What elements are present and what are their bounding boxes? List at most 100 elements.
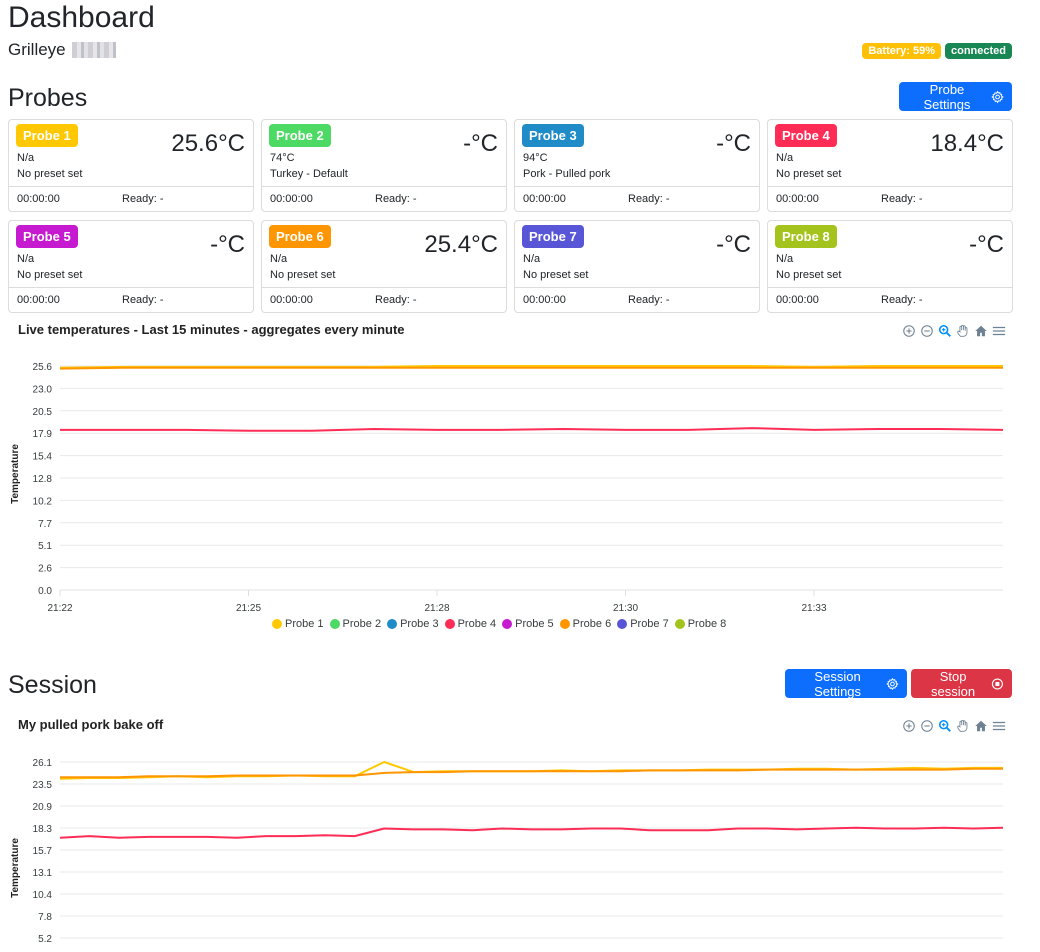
legend-item[interactable]: Probe 6 xyxy=(559,618,612,630)
probe-ready-time: Ready: - xyxy=(881,193,923,205)
legend-marker xyxy=(272,619,282,629)
probe-card-footer: 00:00:00 Ready: - xyxy=(515,287,759,313)
probe-card[interactable]: Probe 2 -°C 74°C Turkey - Default 00:00:… xyxy=(261,119,507,212)
legend-marker xyxy=(559,619,570,629)
probe-card-footer: 00:00:00 Ready: - xyxy=(262,186,506,212)
probe-card[interactable]: Probe 3 -°C 94°C Pork - Pulled pork 00:0… xyxy=(514,119,760,212)
probe-target-temp: N/a xyxy=(17,152,35,164)
probe-settings-label: Probe Settings xyxy=(923,81,971,112)
probe-card[interactable]: Probe 4 18.4°C N/a No preset set 00:00:0… xyxy=(767,119,1013,212)
probes-heading: Probes xyxy=(8,84,88,112)
y-tick-label: 13.1 xyxy=(33,868,53,879)
probe-target-temp: 74°C xyxy=(270,152,295,164)
y-axis-title: Temperature xyxy=(10,444,21,504)
probe-temperature: -°C xyxy=(716,130,751,157)
legend-label: Probe 5 xyxy=(515,618,554,630)
x-tick-label: 21:28 xyxy=(424,603,449,614)
legend-item[interactable]: Probe 5 xyxy=(502,618,554,630)
series-line-probe-4 xyxy=(60,427,1004,432)
probe-temperature: -°C xyxy=(210,231,245,258)
probe-cards-grid: Probe 1 25.6°C N/a No preset set 00:00:0… xyxy=(8,119,1013,313)
y-tick-label: 15.7 xyxy=(33,846,53,857)
probe-temperature: -°C xyxy=(969,231,1004,258)
gear-icon xyxy=(991,90,1004,103)
y-tick-label: 15.4 xyxy=(33,452,53,463)
probe-preset: No preset set xyxy=(523,269,589,281)
probe-timer: 00:00:00 xyxy=(523,294,566,306)
legend-label: Probe 3 xyxy=(400,618,439,630)
legend-marker xyxy=(674,619,685,629)
y-tick-label: 5.1 xyxy=(38,541,52,552)
probe-target-temp: 94°C xyxy=(523,152,548,164)
probe-card[interactable]: Probe 1 25.6°C N/a No preset set 00:00:0… xyxy=(8,119,254,212)
y-tick-label: 18.3 xyxy=(33,824,53,835)
probe-temperature: 25.4°C xyxy=(424,231,498,258)
probe-preset: No preset set xyxy=(270,269,336,281)
legend-label: Probe 6 xyxy=(572,618,612,630)
probe-card-footer: 00:00:00 Ready: - xyxy=(9,186,253,212)
probe-card-footer: 00:00:00 Ready: - xyxy=(9,287,253,313)
probe-card-footer: 00:00:00 Ready: - xyxy=(262,287,506,313)
stop-session-button[interactable]: Stop session xyxy=(911,669,1012,699)
probe-settings-button[interactable]: Probe Settings xyxy=(899,81,1012,112)
session-settings-button[interactable]: Session Settings xyxy=(785,668,907,699)
legend-item[interactable]: Probe 3 xyxy=(387,618,439,630)
probe-preset: No preset set xyxy=(776,168,842,180)
probe-temperature: 25.6°C xyxy=(171,130,245,157)
probe-card-footer: 00:00:00 Ready: - xyxy=(515,186,759,212)
legend-marker xyxy=(444,619,455,629)
battery-badge: Battery: 59% xyxy=(862,43,941,59)
y-tick-label: 23.0 xyxy=(33,384,53,395)
legend-item[interactable]: Probe 2 xyxy=(329,618,382,630)
legend-label: Probe 1 xyxy=(285,618,324,630)
probe-card-footer: 00:00:00 Ready: - xyxy=(768,287,1012,313)
probe-name-badge: Probe 2 xyxy=(269,124,331,147)
y-tick-label: 10.2 xyxy=(33,496,53,507)
probe-timer: 00:00:00 xyxy=(523,193,566,205)
y-tick-label: 17.9 xyxy=(33,429,53,440)
y-tick-label: 10.4 xyxy=(33,890,53,901)
probe-temperature: -°C xyxy=(716,231,751,258)
probe-ready-time: Ready: - xyxy=(122,193,164,205)
legend-label: Probe 4 xyxy=(457,618,497,630)
series-line-probe-6 xyxy=(59,366,1003,370)
live-chart-legend: Probe 1 Probe 2 Probe 3 Probe 4 Probe 5 Probe… xyxy=(272,618,726,630)
legend-label: Probe 2 xyxy=(342,618,382,630)
y-tick-label: 7.8 xyxy=(38,912,52,923)
session-chart-svg: 26.1 23.5 20.9 18.3 15.7 13.1 10.4 7.8 5.2 Temper… xyxy=(10,758,1004,945)
gear-icon xyxy=(886,677,899,690)
y-tick-label: 23.5 xyxy=(33,780,53,791)
stop-circle-icon xyxy=(992,677,1004,690)
probe-card[interactable]: Probe 8 -°C N/a No preset set 00:00:00 R… xyxy=(767,220,1013,313)
session-settings-label: Session Settings xyxy=(814,668,862,699)
legend-marker xyxy=(502,619,513,629)
probe-name-badge: Probe 7 xyxy=(522,225,584,248)
probe-preset: No preset set xyxy=(17,269,83,281)
redacted-device-id xyxy=(71,42,116,58)
probe-preset: No preset set xyxy=(776,269,842,281)
connection-status-badge: connected xyxy=(944,43,1012,59)
y-tick-label: 25.6 xyxy=(33,362,53,373)
device-label: Grilleye xyxy=(8,40,66,59)
probe-temperature: 18.4°C xyxy=(930,130,1004,157)
probe-ready-time: Ready: - xyxy=(375,193,417,205)
legend-item[interactable]: Probe 4 xyxy=(444,618,497,630)
probe-temperature: -°C xyxy=(463,130,498,157)
legend-item[interactable]: Probe 1 xyxy=(272,618,324,630)
legend-item[interactable]: Probe 8 xyxy=(674,618,727,630)
legend-item[interactable]: Probe 7 xyxy=(617,618,669,630)
y-tick-label: 5.2 xyxy=(38,934,52,945)
probe-card[interactable]: Probe 6 25.4°C N/a No preset set 00:00:0… xyxy=(261,220,507,313)
probe-ready-time: Ready: - xyxy=(628,193,670,205)
status-badges: Battery: 59% connected xyxy=(862,43,1012,59)
probe-ready-time: Ready: - xyxy=(375,294,417,306)
legend-label: Probe 8 xyxy=(687,618,727,630)
probe-preset: Turkey - Default xyxy=(270,168,348,180)
probe-card[interactable]: Probe 5 -°C N/a No preset set 00:00:00 R… xyxy=(8,220,254,313)
page-title: Dashboard xyxy=(8,1,155,34)
x-tick-label: 21:22 xyxy=(47,603,72,614)
probe-target-temp: N/a xyxy=(776,253,794,265)
probe-name-badge: Probe 3 xyxy=(522,124,584,147)
probe-card[interactable]: Probe 7 -°C N/a No preset set 00:00:00 R… xyxy=(514,220,760,313)
probe-target-temp: N/a xyxy=(523,253,541,265)
